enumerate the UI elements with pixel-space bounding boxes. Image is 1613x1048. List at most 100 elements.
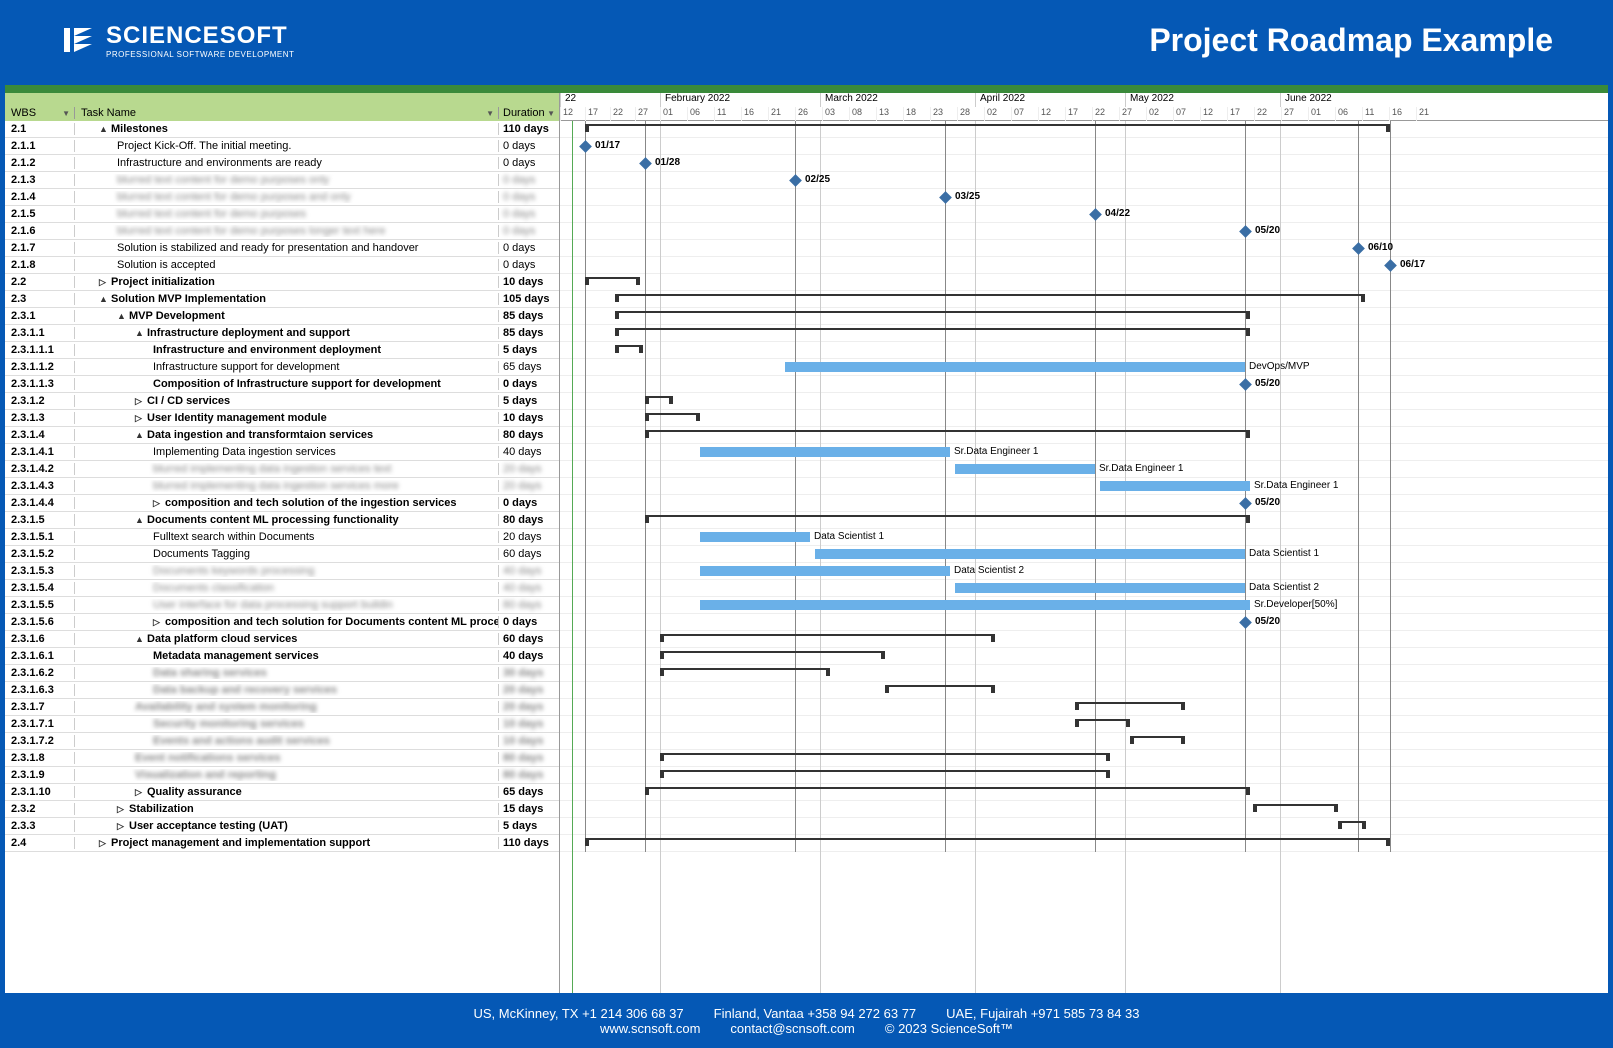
expand-collapse-icon[interactable]: ▲	[135, 515, 145, 525]
gantt-row[interactable]	[560, 342, 1608, 359]
task-row[interactable]: 2.3.3▷User acceptance testing (UAT)5 day…	[5, 818, 559, 835]
gantt-row[interactable]: 05/20	[560, 495, 1608, 512]
milestone-diamond[interactable]	[789, 174, 802, 187]
task-row[interactable]: 2.1.5blurred text content for demo purpo…	[5, 206, 559, 223]
task-row[interactable]: 2.3.1.5▲Documents content ML processing …	[5, 512, 559, 529]
gantt-row[interactable]: 03/25	[560, 189, 1608, 206]
task-row[interactable]: 2.3.1.5.6▷composition and tech solution …	[5, 614, 559, 631]
task-row[interactable]: 2.3.1.4.2blurred implementing data inges…	[5, 461, 559, 478]
task-row[interactable]: 2.3.1▲MVP Development85 days	[5, 308, 559, 325]
task-row[interactable]: 2.1.4blurred text content for demo purpo…	[5, 189, 559, 206]
summary-bracket[interactable]	[660, 770, 1110, 776]
task-row[interactable]: 2.3.1.5.2Documents Tagging60 days	[5, 546, 559, 563]
expand-collapse-icon[interactable]: ▲	[99, 124, 109, 134]
summary-bracket[interactable]	[615, 328, 1250, 334]
summary-bracket[interactable]	[1338, 821, 1366, 827]
task-cell[interactable]: blurred text content for demo purposes o…	[75, 174, 499, 186]
milestone-diamond[interactable]	[639, 157, 652, 170]
task-row[interactable]: 2.3.1.5.3Documents keywords processing40…	[5, 563, 559, 580]
task-cell[interactable]: ▷Quality assurance	[75, 786, 499, 798]
task-cell[interactable]: Visualization and reporting	[75, 769, 499, 781]
expand-collapse-icon[interactable]: ▷	[135, 396, 145, 407]
task-bar[interactable]	[700, 532, 810, 542]
milestone-diamond[interactable]	[1239, 497, 1252, 510]
task-cell[interactable]: ▲MVP Development	[75, 310, 499, 322]
gantt-row[interactable]	[560, 631, 1608, 648]
task-row[interactable]: 2.3.1.1.1Infrastructure and environment …	[5, 342, 559, 359]
task-cell[interactable]: Solution is stabilized and ready for pre…	[75, 242, 499, 254]
milestone-diamond[interactable]	[1384, 259, 1397, 272]
task-row[interactable]: 2.3.1.1.2Infrastructure support for deve…	[5, 359, 559, 376]
gantt-row[interactable]	[560, 393, 1608, 410]
task-row[interactable]: 2.3.1.4.4▷composition and tech solution …	[5, 495, 559, 512]
gantt-row[interactable]	[560, 801, 1608, 818]
task-row[interactable]: 2.3.1.6.2Data sharing services30 days	[5, 665, 559, 682]
gantt-row[interactable]	[560, 784, 1608, 801]
column-header-task[interactable]: Task Name ▼	[75, 107, 499, 119]
task-row[interactable]: 2.3.1.1.3Composition of Infrastructure s…	[5, 376, 559, 393]
expand-collapse-icon[interactable]: ▲	[117, 311, 127, 321]
task-row[interactable]: 2.3.1.4▲Data ingestion and transformtaio…	[5, 427, 559, 444]
summary-bracket[interactable]	[1130, 736, 1185, 742]
summary-bracket[interactable]	[660, 668, 830, 674]
task-bar[interactable]	[700, 600, 1250, 610]
milestone-diamond[interactable]	[1239, 225, 1252, 238]
task-row[interactable]: 2.3.1.3▷User Identity management module1…	[5, 410, 559, 427]
task-cell[interactable]: ▲Solution MVP Implementation	[75, 293, 499, 305]
task-cell[interactable]: Security monitoring services	[75, 718, 499, 730]
task-row[interactable]: 2.3.1.9Visualization and reporting80 day…	[5, 767, 559, 784]
task-row[interactable]: 2.1▲Milestones110 days	[5, 121, 559, 138]
task-cell[interactable]: ▷CI / CD services	[75, 395, 499, 407]
task-row[interactable]: 2.3.1.4.3blurred implementing data inges…	[5, 478, 559, 495]
gantt-row[interactable]: Data Scientist 2	[560, 580, 1608, 597]
summary-bracket[interactable]	[645, 787, 1250, 793]
summary-bracket[interactable]	[660, 651, 885, 657]
expand-collapse-icon[interactable]: ▷	[153, 498, 163, 509]
summary-bracket[interactable]	[645, 413, 700, 419]
task-cell[interactable]: ▷Project management and implementation s…	[75, 837, 499, 849]
expand-collapse-icon[interactable]: ▷	[99, 277, 109, 288]
task-row[interactable]: 2.3.1.5.1Fulltext search within Document…	[5, 529, 559, 546]
task-cell[interactable]: Infrastructure and environments are read…	[75, 157, 499, 169]
summary-bracket[interactable]	[660, 753, 1110, 759]
task-row[interactable]: 2.3.1.6.1Metadata management services40 …	[5, 648, 559, 665]
task-cell[interactable]: ▲Infrastructure deployment and support	[75, 327, 499, 339]
task-row[interactable]: 2.1.6blurred text content for demo purpo…	[5, 223, 559, 240]
summary-bracket[interactable]	[1253, 804, 1338, 810]
task-cell[interactable]: Metadata management services	[75, 650, 499, 662]
task-cell[interactable]: Implementing Data ingestion services	[75, 446, 499, 458]
task-cell[interactable]: blurred text content for demo purposes	[75, 208, 499, 220]
gantt-row[interactable]	[560, 699, 1608, 716]
summary-bracket[interactable]	[585, 838, 1390, 844]
task-cell[interactable]: blurred text content for demo purposes a…	[75, 191, 499, 203]
gantt-row[interactable]	[560, 648, 1608, 665]
gantt-row[interactable]	[560, 750, 1608, 767]
summary-bracket[interactable]	[645, 396, 673, 402]
gantt-chart[interactable]: 22 February 2022March 2022April 2022May …	[560, 85, 1608, 993]
task-row[interactable]: 2.3.1.1▲Infrastructure deployment and su…	[5, 325, 559, 342]
task-row[interactable]: 2.3.1.7.1Security monitoring services10 …	[5, 716, 559, 733]
task-cell[interactable]: Project Kick-Off. The initial meeting.	[75, 140, 499, 152]
task-cell[interactable]: blurred implementing data ingestion serv…	[75, 480, 499, 492]
task-row[interactable]: 2.1.8Solution is accepted0 days	[5, 257, 559, 274]
footer-link[interactable]: www.scnsoft.com	[600, 1021, 700, 1036]
dropdown-arrow-icon[interactable]: ▼	[547, 109, 555, 118]
gantt-row[interactable]	[560, 274, 1608, 291]
task-row[interactable]: 2.3.1.7Availability and system monitorin…	[5, 699, 559, 716]
expand-collapse-icon[interactable]: ▲	[135, 328, 145, 338]
task-row[interactable]: 2.1.1Project Kick-Off. The initial meeti…	[5, 138, 559, 155]
task-row[interactable]: 2.3.1.6▲Data platform cloud services60 d…	[5, 631, 559, 648]
task-cell[interactable]: ▲Data platform cloud services	[75, 633, 499, 645]
task-row[interactable]: 2.3.1.2▷CI / CD services5 days	[5, 393, 559, 410]
task-row[interactable]: 2.3.1.5.4Documents classification40 days	[5, 580, 559, 597]
gantt-row[interactable]	[560, 512, 1608, 529]
dropdown-arrow-icon[interactable]: ▼	[486, 109, 494, 118]
expand-collapse-icon[interactable]: ▷	[99, 838, 109, 849]
expand-collapse-icon[interactable]: ▲	[135, 430, 145, 440]
gantt-area[interactable]: 01/1701/2802/2503/2504/2205/2006/1006/17…	[560, 121, 1608, 993]
task-row[interactable]: 2.3.1.10▷Quality assurance65 days	[5, 784, 559, 801]
gantt-row[interactable]: DevOps/MVP	[560, 359, 1608, 376]
gantt-row[interactable]: Data Scientist 1	[560, 529, 1608, 546]
task-cell[interactable]: Documents Tagging	[75, 548, 499, 560]
summary-bracket[interactable]	[615, 345, 643, 351]
